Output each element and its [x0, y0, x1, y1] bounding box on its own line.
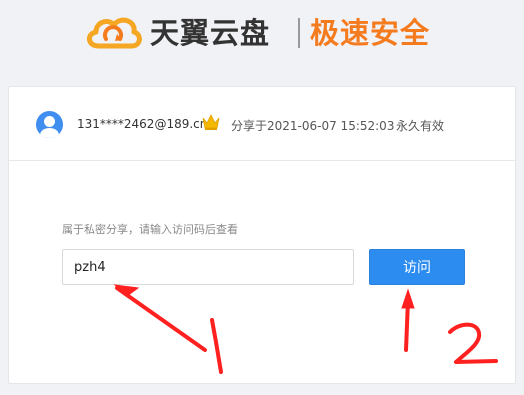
share-user-account: 131****2462@189.cn [77, 117, 208, 131]
share-time: 分享于2021-06-07 15:52:03 [231, 119, 395, 133]
access-code-input[interactable] [62, 249, 354, 285]
brand-slogan: 极速安全 [310, 16, 431, 50]
visit-button[interactable]: 访问 [369, 249, 465, 285]
access-code-hint: 属于私密分享，请输入访问码后查看 [62, 223, 238, 236]
user-avatar-icon [36, 111, 63, 138]
brand-name: 天翼云盘 [150, 16, 271, 50]
cloud-logo-icon [87, 17, 142, 49]
brand-divider [298, 18, 300, 48]
crown-icon [202, 114, 220, 130]
share-validity: 永久有效 [396, 119, 445, 133]
share-card: 131****2462@189.cn 分享于2021-06-07 15:52:0… [8, 86, 516, 384]
site-header: 天翼云盘 极速安全 [0, 0, 524, 70]
share-info-bar: 131****2462@189.cn 分享于2021-06-07 15:52:0… [9, 87, 515, 161]
